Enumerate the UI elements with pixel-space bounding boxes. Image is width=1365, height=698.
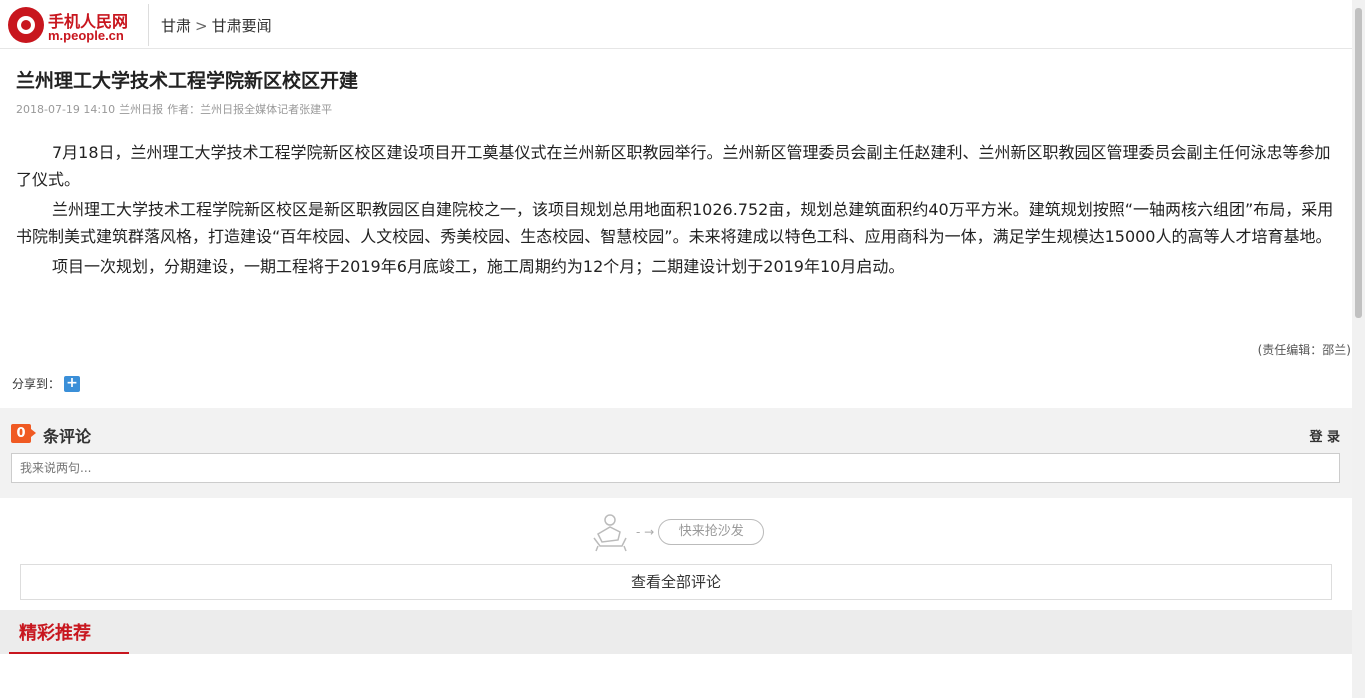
article-author: 作者：兰州日报全媒体记者张建平 [167, 103, 333, 116]
sofa-person-icon [593, 514, 627, 552]
page-scrollbar[interactable] [1352, 0, 1365, 698]
article-paragraph: 7月18日，兰州理工大学技术工程学院新区校区建设项目开工奠基仪式在兰州新区职教园… [16, 143, 1331, 189]
recommend-bar: 精彩推荐 [0, 610, 1352, 654]
article-title: 兰州理工大学技术工程学院新区校区开建 [16, 70, 359, 92]
sofa-prompt: - → 快来抢沙发 [588, 510, 765, 554]
share-bar: 分享到： + [12, 375, 81, 392]
article-body: 7月18日，兰州理工大学技术工程学院新区校区建设项目开工奠基仪式在兰州新区职教园… [16, 139, 1336, 283]
site-logo[interactable]: 手机人民网 m.people.cn [8, 6, 148, 44]
view-all-comments-button[interactable]: 查看全部评论 [20, 564, 1332, 600]
scrollbar-thumb[interactable] [1355, 8, 1362, 318]
breadcrumb-item-gansu[interactable]: 甘肃 [161, 17, 191, 35]
breadcrumb-item-gansu-news[interactable]: 甘肃要闻 [212, 17, 272, 35]
responsible-editor: (责任编辑：邵兰) [1257, 343, 1351, 357]
login-button[interactable]: 登 录 [1309, 426, 1340, 445]
article-paragraph: 兰州理工大学技术工程学院新区校区是新区职教园区自建院校之一，该项目规划总用地面积… [16, 200, 1334, 246]
comment-count-label: 条评论 [43, 427, 92, 446]
article-meta: 2018-07-19 14:10 兰州日报 作者：兰州日报全媒体记者张建平 [16, 101, 336, 117]
arrow-right-icon: - → [636, 525, 655, 539]
sofa-button[interactable]: 快来抢沙发 [658, 519, 765, 545]
article-date: 2018-07-19 14:10 [16, 103, 116, 116]
comment-count-badge: 0 [11, 424, 36, 443]
header-divider [148, 4, 149, 46]
comment-section: 0 条评论 登 录 [0, 408, 1352, 498]
recommend-title: 精彩推荐 [19, 623, 91, 644]
comment-input[interactable] [11, 453, 1340, 483]
share-label: 分享到： [12, 377, 61, 391]
logo-url: m.people.cn [48, 28, 124, 43]
article-paragraph: 项目一次规划，分期建设，一期工程将于2019年6月底竣工，施工周期约为12个月；… [52, 257, 905, 276]
share-plus-icon[interactable]: + [64, 375, 81, 392]
breadcrumb-separator: > [195, 17, 208, 35]
breadcrumb: 甘肃 > 甘肃要闻 [161, 15, 272, 36]
top-header: 手机人民网 m.people.cn 甘肃 > 甘肃要闻 [0, 0, 1352, 49]
article-source: 兰州日报 [119, 103, 164, 116]
logo-emblem-icon [8, 7, 44, 43]
